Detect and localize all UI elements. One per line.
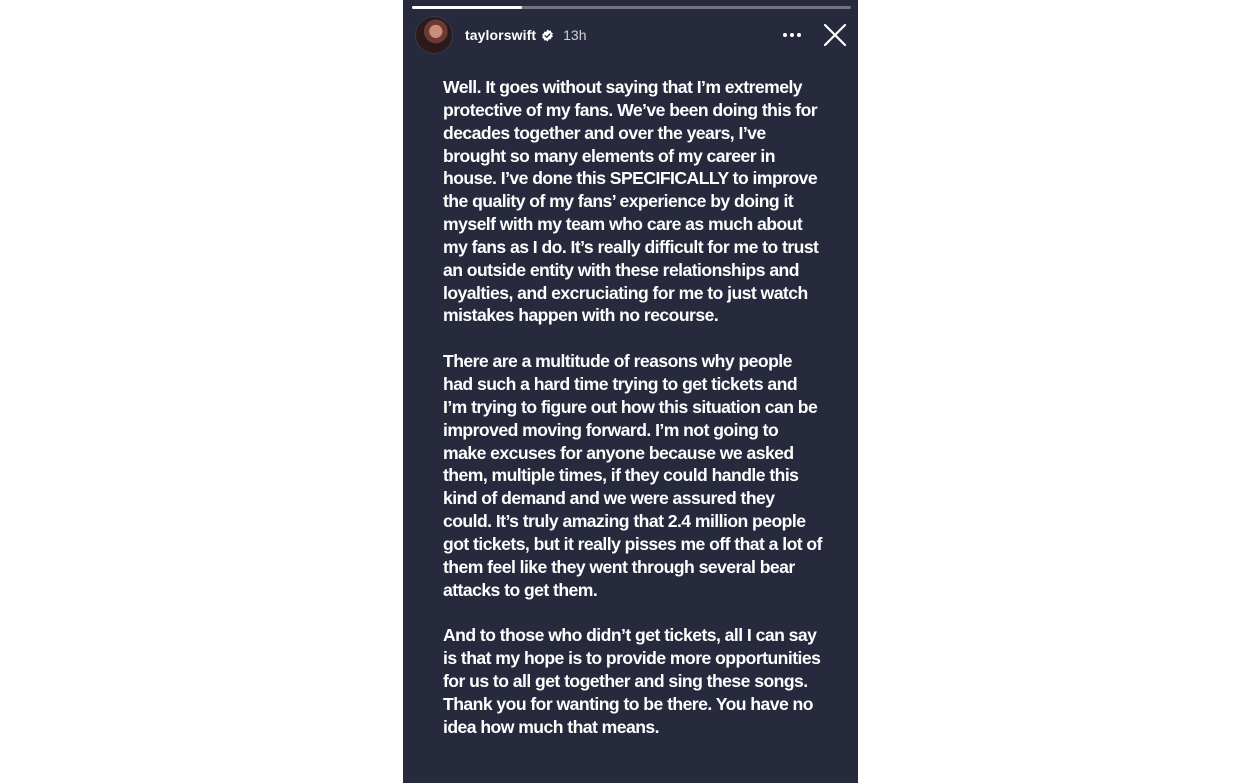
story-paragraph: Well. It goes without saying that I’m ex… xyxy=(443,77,819,326)
more-options-icon[interactable] xyxy=(780,23,804,47)
story-progress-bar xyxy=(412,6,851,9)
close-icon[interactable] xyxy=(822,22,848,48)
avatar[interactable] xyxy=(416,17,452,53)
story-header: taylorswift 13h xyxy=(416,17,848,53)
story-text: Well. It goes without saying that I’m ex… xyxy=(443,76,823,738)
story-progress-fill xyxy=(412,6,522,9)
story-paragraph: There are a multitude of reasons why peo… xyxy=(443,351,822,600)
username[interactable]: taylorswift xyxy=(465,27,536,43)
story-viewer: taylorswift 13h Well. It goes without sa… xyxy=(403,0,858,783)
story-paragraph: And to those who didn’t get tickets, all… xyxy=(443,625,821,737)
post-time: 13h xyxy=(563,27,587,43)
verified-badge-icon xyxy=(541,29,554,42)
